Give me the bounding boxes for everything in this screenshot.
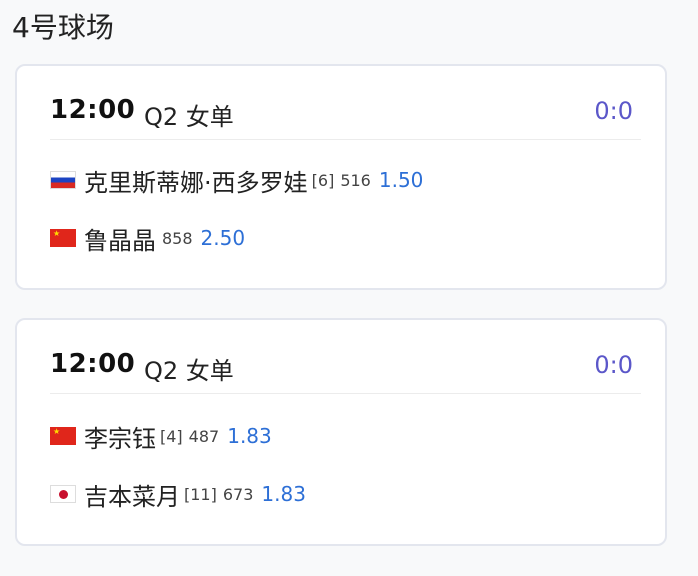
player-rank: 487 [188, 426, 220, 446]
match-time: 12:00 [50, 349, 136, 379]
player-name[interactable]: 吉本菜月 [84, 477, 180, 512]
court-title: 4号球场 [12, 11, 114, 44]
russia-flag-icon [50, 171, 76, 189]
player-row[interactable]: ★ 鲁晶晶 858 2.50 [50, 220, 245, 256]
china-flag-icon: ★ [50, 427, 76, 445]
player-odds[interactable]: 1.50 [379, 168, 424, 192]
player-seed: [11] [184, 484, 217, 504]
match-header: 12:00 Q2 女单 0:0 [50, 91, 641, 140]
match-score: 0:0 [594, 351, 633, 379]
match-time: 12:00 [50, 95, 136, 125]
player-row[interactable]: 吉本菜月 [11] 673 1.83 [50, 476, 306, 512]
player-rank: 858 [162, 228, 193, 248]
player-odds[interactable]: 1.83 [261, 482, 306, 506]
match-card[interactable]: 12:00 Q2 女单 0:0 克里斯蒂娜·西多罗娃 [6] 516 1.50 … [15, 64, 667, 290]
player-seed: [6] [311, 170, 335, 190]
match-header: 12:00 Q2 女单 0:0 [50, 345, 641, 394]
player-name[interactable]: 鲁晶晶 [84, 221, 156, 256]
match-score: 0:0 [594, 97, 633, 125]
player-row[interactable]: ★ 李宗钰 [4] 487 1.83 [50, 418, 272, 454]
match-round: Q2 女单 [144, 357, 234, 385]
japan-flag-icon [50, 485, 76, 503]
player-rank: 673 [222, 484, 254, 504]
china-flag-icon: ★ [50, 229, 76, 247]
player-name[interactable]: 李宗钰 [84, 419, 156, 454]
match-round: Q2 女单 [144, 103, 234, 131]
player-seed: [4] [160, 426, 183, 446]
match-card[interactable]: 12:00 Q2 女单 0:0 ★ 李宗钰 [4] 487 1.83 吉本菜月 … [15, 318, 667, 546]
player-odds[interactable]: 1.83 [227, 424, 272, 448]
player-odds[interactable]: 2.50 [201, 226, 246, 250]
player-row[interactable]: 克里斯蒂娜·西多罗娃 [6] 516 1.50 [50, 162, 423, 198]
player-rank: 516 [340, 170, 371, 190]
player-name[interactable]: 克里斯蒂娜·西多罗娃 [84, 163, 308, 198]
